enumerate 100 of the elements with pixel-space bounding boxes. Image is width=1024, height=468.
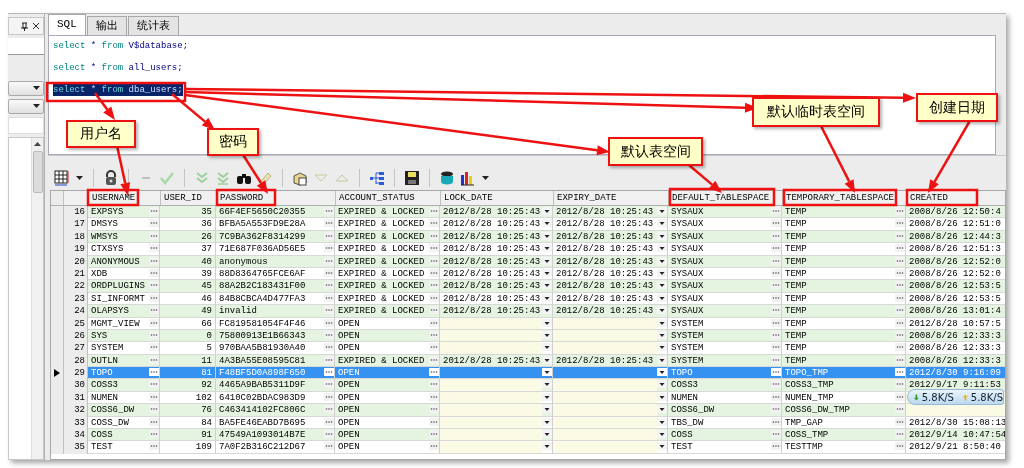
ellipsis-button[interactable]: [895, 441, 905, 452]
tab[interactable]: 输出: [86, 16, 127, 35]
ellipsis-button[interactable]: [324, 243, 334, 254]
ellipsis-button[interactable]: [895, 255, 905, 266]
dropdown-button[interactable]: [542, 230, 552, 241]
ellipsis-button[interactable]: [429, 243, 439, 254]
dropdown-button[interactable]: [657, 218, 667, 229]
dropdown-button[interactable]: [542, 292, 552, 303]
ellipsis-button[interactable]: [429, 404, 439, 415]
ellipsis-button[interactable]: [895, 429, 905, 440]
ellipsis-button[interactable]: [324, 305, 334, 316]
table-row[interactable]: 32 COSS6_DW 76 C463414102FC806C OPEN COSS6_DW COSS6_DW_TMP: [51, 404, 1005, 417]
ellipsis-button[interactable]: [771, 206, 781, 216]
ellipsis-button[interactable]: [324, 429, 334, 440]
ellipsis-button[interactable]: [324, 267, 334, 278]
ellipsis-button[interactable]: [429, 416, 439, 427]
dropdown-button[interactable]: [542, 429, 552, 440]
column-header[interactable]: USER_ID: [161, 191, 217, 205]
table-row[interactable]: 16 EXPSYS 35 66F4EF5650C20355 EXPIRED & LOCKED 2012/8/28 10:25:43 2012/8/28 10:25:43 SYSAUX TEMP 2008/8/26 12:50:4: [51, 206, 1005, 219]
ellipsis-button[interactable]: [429, 206, 439, 216]
ellipsis-button[interactable]: [895, 206, 905, 216]
column-header[interactable]: CREATED: [907, 191, 1005, 205]
ellipsis-button[interactable]: [324, 404, 334, 415]
package-icon[interactable]: [292, 170, 308, 186]
pin-icon[interactable]: [21, 21, 28, 31]
ellipsis-button[interactable]: [324, 379, 334, 390]
ellipsis-button[interactable]: [324, 230, 334, 241]
dropdown-button[interactable]: [542, 416, 552, 427]
dropdown-button[interactable]: [657, 367, 667, 378]
dropdown-button[interactable]: [657, 206, 667, 216]
tab[interactable]: SQL: [48, 14, 86, 35]
ellipsis-button[interactable]: [895, 354, 905, 365]
ellipsis-button[interactable]: [771, 230, 781, 241]
dropdown-button[interactable]: [657, 255, 667, 266]
ellipsis-button[interactable]: [429, 218, 439, 229]
ellipsis-button[interactable]: [149, 429, 159, 440]
scroll-thumb[interactable]: [32, 151, 43, 193]
ellipsis-button[interactable]: [149, 404, 159, 415]
ellipsis-button[interactable]: [895, 218, 905, 229]
column-header[interactable]: LOCK_DATE: [441, 191, 554, 205]
ellipsis-button[interactable]: [429, 329, 439, 340]
ellipsis-button[interactable]: [429, 280, 439, 291]
scroll-up-icon[interactable]: [34, 142, 41, 147]
ellipsis-button[interactable]: [149, 441, 159, 452]
ellipsis-button[interactable]: [771, 305, 781, 316]
dropdown-button[interactable]: [657, 441, 667, 452]
ellipsis-button[interactable]: [771, 292, 781, 303]
database-icon[interactable]: [439, 170, 455, 186]
ellipsis-button[interactable]: [149, 267, 159, 278]
dropdown-button[interactable]: [542, 404, 552, 415]
ellipsis-button[interactable]: [149, 391, 159, 402]
ellipsis-button[interactable]: [324, 218, 334, 229]
ellipsis-button[interactable]: [895, 391, 905, 402]
ellipsis-button[interactable]: [429, 292, 439, 303]
dropdown-button[interactable]: [657, 416, 667, 427]
ellipsis-button[interactable]: [149, 329, 159, 340]
dropdown-button[interactable]: [542, 354, 552, 365]
dropdown-button[interactable]: [542, 367, 552, 378]
save-icon[interactable]: [404, 170, 420, 186]
ellipsis-button[interactable]: [324, 367, 334, 378]
table-row[interactable]: 34 COSS 91 47549A1093014B7E OPEN COSS COSS_TMP 2012/9/14 10:47:54: [51, 429, 1005, 442]
table-row[interactable]: 29 TOPO 81 F48BF5D0A898F650 OPEN TOPO TOPO_TMP 2012/8/30 9:16:09: [51, 367, 1005, 380]
dropdown-button[interactable]: [542, 305, 552, 316]
ellipsis-button[interactable]: [771, 329, 781, 340]
lock-icon[interactable]: [103, 170, 119, 186]
table-row[interactable]: 30 COSS3 92 4465A9BAB5311D9F OPEN COSS3 COSS3_TMP 2012/9/17 9:11:53: [51, 379, 1005, 392]
column-header[interactable]: TEMPORARY_TABLESPACE: [783, 191, 907, 205]
column-header[interactable]: ACCOUNT_STATUS: [336, 191, 441, 205]
ellipsis-button[interactable]: [771, 404, 781, 415]
ellipsis-button[interactable]: [429, 342, 439, 353]
ellipsis-button[interactable]: [324, 354, 334, 365]
dropdown-button[interactable]: [542, 379, 552, 390]
ellipsis-button[interactable]: [324, 329, 334, 340]
column-header[interactable]: EXPIRY_DATE: [554, 191, 669, 205]
dropdown-button[interactable]: [542, 255, 552, 266]
input-field[interactable]: [8, 117, 44, 134]
ellipsis-button[interactable]: [149, 305, 159, 316]
ellipsis-button[interactable]: [895, 292, 905, 303]
ellipsis-button[interactable]: [429, 267, 439, 278]
ellipsis-button[interactable]: [895, 367, 905, 378]
ellipsis-button[interactable]: [429, 379, 439, 390]
ellipsis-button[interactable]: [324, 206, 334, 216]
ellipsis-button[interactable]: [429, 429, 439, 440]
ellipsis-button[interactable]: [149, 367, 159, 378]
ellipsis-button[interactable]: [149, 230, 159, 241]
tree-icon[interactable]: [369, 170, 385, 186]
dropdown-button[interactable]: [657, 267, 667, 278]
dropdown-button[interactable]: [657, 429, 667, 440]
ellipsis-button[interactable]: [895, 280, 905, 291]
table-row[interactable]: 27 SYSTEM 5 970BAA5B81930A40 OPEN SYSTEM TEMP 2008/8/26 12:33:3: [51, 342, 1005, 355]
ellipsis-button[interactable]: [429, 354, 439, 365]
check-icon[interactable]: [159, 170, 175, 186]
dropdown-button[interactable]: [657, 379, 667, 390]
ellipsis-button[interactable]: [149, 354, 159, 365]
ellipsis-button[interactable]: [895, 317, 905, 328]
ellipsis-button[interactable]: [895, 379, 905, 390]
ellipsis-button[interactable]: [771, 255, 781, 266]
ellipsis-button[interactable]: [895, 305, 905, 316]
ellipsis-button[interactable]: [324, 280, 334, 291]
ellipsis-button[interactable]: [149, 280, 159, 291]
